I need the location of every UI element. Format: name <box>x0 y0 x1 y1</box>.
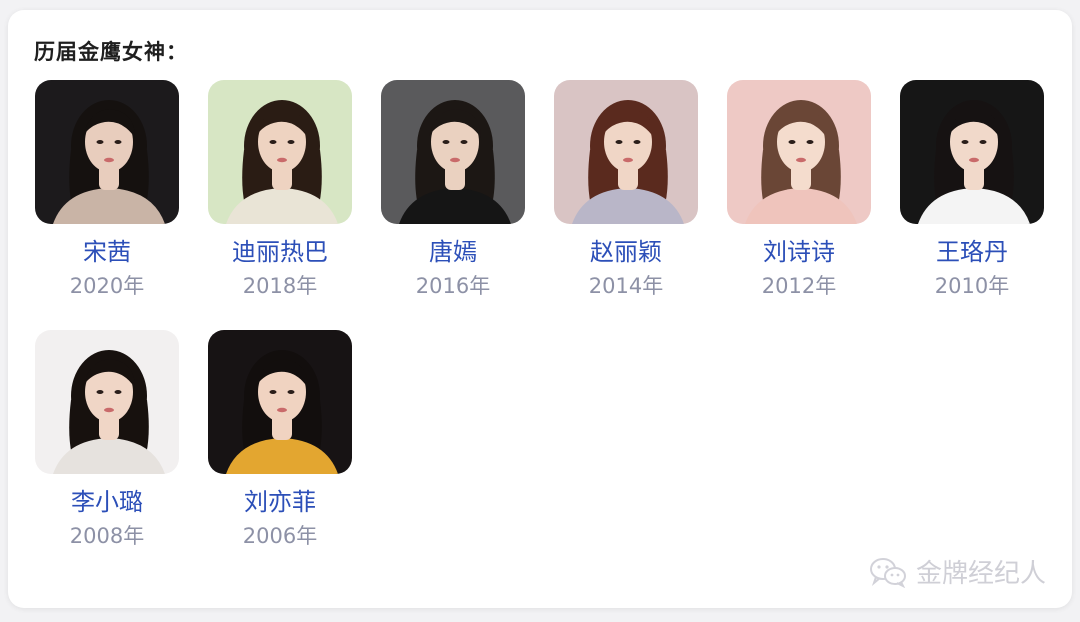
portrait-image <box>208 80 352 224</box>
person-year: 2012年 <box>761 274 837 298</box>
person-name[interactable]: 宋茜 <box>34 236 180 268</box>
person-item[interactable]: 刘亦菲 2006年 <box>207 330 353 550</box>
person-item[interactable]: 迪丽热巴 2018年 <box>207 80 353 300</box>
portrait-image <box>554 80 698 224</box>
person-photo[interactable] <box>208 330 352 474</box>
portrait-image <box>381 80 525 224</box>
person-year: 2014年 <box>588 274 664 298</box>
watermark: 金牌经纪人 <box>868 553 1046 590</box>
person-year: 2020年 <box>69 274 145 298</box>
person-photo[interactable] <box>208 80 352 224</box>
person-name[interactable]: 刘亦菲 <box>207 486 353 518</box>
person-name[interactable]: 赵丽颖 <box>553 236 699 268</box>
person-year: 2008年 <box>69 524 145 548</box>
person-item[interactable]: 赵丽颖 2014年 <box>553 80 699 300</box>
person-item[interactable]: 宋茜 2020年 <box>34 80 180 300</box>
goddess-card: 历届金鹰女神： 宋茜 2020年 迪丽热巴 2018年 唐嫣 2016年 赵丽颖… <box>8 10 1072 608</box>
person-photo[interactable] <box>35 80 179 224</box>
portrait-image <box>727 80 871 224</box>
person-name[interactable]: 刘诗诗 <box>726 236 872 268</box>
person-year: 2018年 <box>242 274 318 298</box>
person-name[interactable]: 唐嫣 <box>380 236 526 268</box>
person-photo[interactable] <box>554 80 698 224</box>
portrait-image <box>35 80 179 224</box>
person-photo[interactable] <box>381 80 525 224</box>
person-item[interactable]: 唐嫣 2016年 <box>380 80 526 300</box>
person-photo[interactable] <box>900 80 1044 224</box>
person-item[interactable]: 刘诗诗 2012年 <box>726 80 872 300</box>
portrait-image <box>900 80 1044 224</box>
portrait-image <box>208 330 352 474</box>
person-photo[interactable] <box>35 330 179 474</box>
wechat-icon <box>868 556 908 588</box>
person-name[interactable]: 迪丽热巴 <box>207 236 353 268</box>
person-item[interactable]: 李小璐 2008年 <box>34 330 180 550</box>
person-year: 2010年 <box>934 274 1010 298</box>
person-year: 2006年 <box>242 524 318 548</box>
person-name[interactable]: 李小璐 <box>34 486 180 518</box>
person-item[interactable]: 王珞丹 2010年 <box>899 80 1045 300</box>
section-title: 历届金鹰女神： <box>34 40 188 64</box>
person-photo[interactable] <box>727 80 871 224</box>
portrait-image <box>35 330 179 474</box>
watermark-text: 金牌经纪人 <box>915 559 1046 589</box>
person-year: 2016年 <box>415 274 491 298</box>
person-name[interactable]: 王珞丹 <box>899 236 1045 268</box>
